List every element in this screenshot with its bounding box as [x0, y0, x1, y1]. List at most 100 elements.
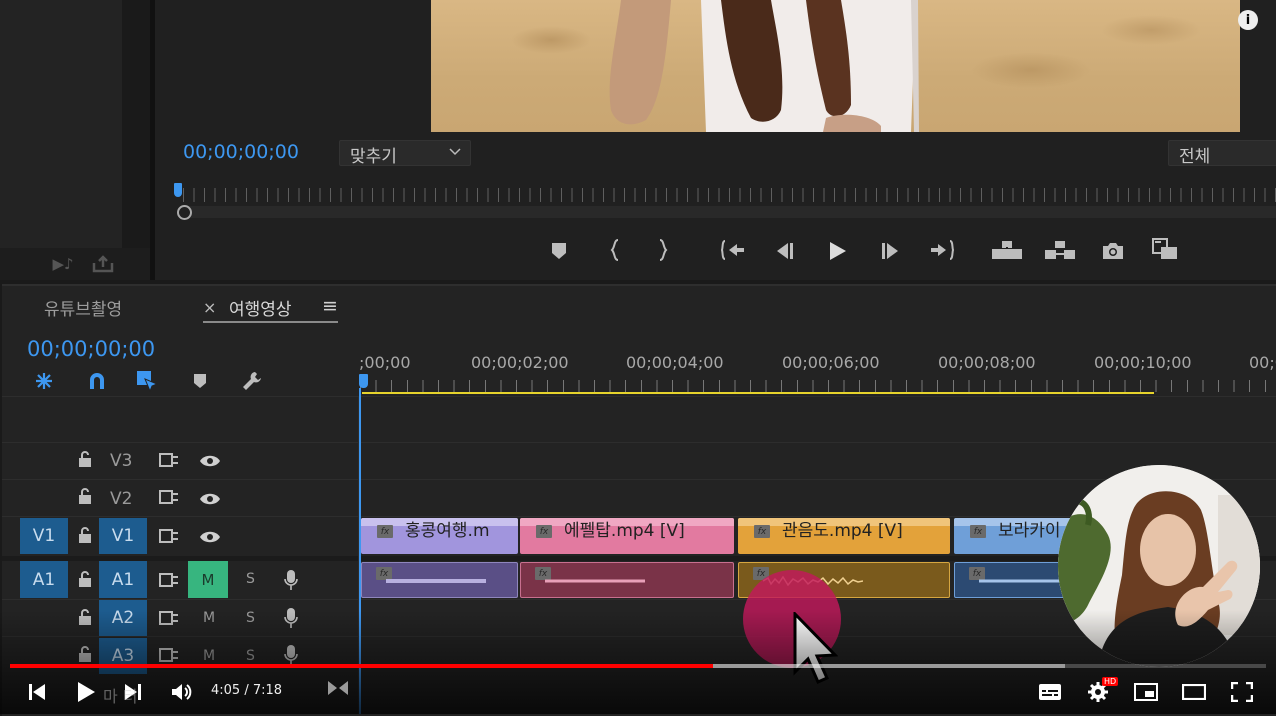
step-back-icon[interactable]	[772, 240, 796, 262]
track-header-v3: V3	[2, 442, 358, 480]
active-tab-underline	[203, 321, 338, 323]
snap-magnet-icon[interactable]	[85, 369, 109, 393]
sync-lock-icon[interactable]	[159, 489, 179, 509]
info-icon[interactable]: i	[1238, 10, 1258, 30]
eye-icon[interactable]	[199, 529, 221, 548]
source-patch-a1[interactable]: A1	[20, 561, 68, 598]
fx-badge: fx	[377, 525, 393, 538]
play-icon[interactable]	[72, 679, 100, 705]
time-ruler-labels[interactable]: ;00;00 00;00;02;00 00;00;04;00 00;00;06;…	[357, 353, 1276, 375]
add-marker-icon[interactable]	[548, 240, 570, 262]
theater-mode-icon[interactable]	[1181, 680, 1207, 704]
divider	[2, 396, 1276, 397]
track-target-a1[interactable]: A1	[99, 561, 147, 598]
lock-icon[interactable]	[78, 451, 92, 471]
monitor-zoom-bar[interactable]	[183, 206, 1276, 218]
chevron-down-icon	[448, 143, 462, 162]
played-bar	[10, 664, 713, 668]
previous-icon[interactable]	[24, 680, 50, 704]
video-clip[interactable]: fx 홍콩여행.m	[361, 518, 518, 554]
camera-icon[interactable]	[1100, 240, 1126, 262]
close-tab-icon[interactable]: ×	[203, 298, 216, 317]
add-marker-icon[interactable]	[190, 371, 210, 391]
mark-in-icon[interactable]	[604, 238, 626, 262]
ruler-label: 00;00;02;00	[471, 353, 569, 372]
track-header-v2: V2	[2, 479, 358, 517]
solo-button-a1[interactable]: S	[246, 571, 255, 587]
time-ruler-ticks[interactable]	[360, 380, 1276, 392]
project-panel-footer: ▶♪	[0, 248, 150, 280]
time-display: 4:05 / 7:18	[211, 683, 283, 698]
tab-travel-video[interactable]: 여행영상	[229, 295, 292, 320]
quality-dropdown-label: 전체	[1179, 147, 1211, 167]
clip-name: 관음도.mp4 [V]	[782, 521, 903, 541]
hd-badge: HD	[1102, 677, 1119, 686]
mark-out-icon[interactable]	[652, 238, 674, 262]
sync-lock-icon[interactable]	[159, 572, 179, 592]
panel-menu-icon[interactable]: ≡	[322, 295, 338, 317]
work-area-bar[interactable]	[362, 392, 1154, 394]
background-text: 마 터	[103, 687, 138, 706]
monitor-timecode[interactable]: 00;00;00;00	[183, 141, 299, 163]
ruler-label: 00;00;08;00	[938, 353, 1036, 372]
go-to-out-icon[interactable]	[929, 238, 955, 262]
lift-icon[interactable]	[990, 238, 1024, 262]
extract-icon[interactable]	[1043, 238, 1077, 262]
tab-youtube-shoot[interactable]: 유튜브촬영	[44, 295, 122, 320]
audio-waveform	[386, 579, 486, 583]
mute-button-a1[interactable]: M	[188, 561, 228, 598]
monitor-playhead[interactable]	[174, 183, 182, 197]
track-header-a1: A1 A1 M S	[2, 561, 358, 599]
subtitles-icon[interactable]	[1037, 680, 1063, 704]
eye-icon[interactable]	[199, 491, 221, 510]
play-icon[interactable]	[825, 239, 849, 263]
fit-dropdown-label: 맞추기	[350, 147, 397, 167]
progress-track[interactable]	[10, 664, 1266, 668]
video-clip[interactable]: fx 보라카이	[954, 518, 1074, 554]
source-patch-v1[interactable]: V1	[20, 518, 68, 554]
go-to-in-icon[interactable]	[720, 238, 746, 262]
nest-toggle-icon[interactable]	[32, 370, 56, 392]
fit-dropdown[interactable]: 맞추기	[339, 140, 471, 167]
sync-lock-icon[interactable]	[159, 528, 179, 548]
monitor-time-ruler[interactable]	[183, 188, 1276, 202]
ruler-label: 00;00;10;00	[1094, 353, 1192, 372]
fx-badge: fx	[536, 525, 552, 538]
export-frame-icon[interactable]	[90, 253, 116, 275]
track-header-v1: V1 V1	[2, 517, 358, 555]
audio-clip[interactable]: fx	[361, 562, 518, 598]
audio-clip[interactable]: fx	[954, 562, 1074, 598]
fx-badge: fx	[754, 525, 770, 538]
lock-icon[interactable]	[78, 488, 92, 508]
ruler-label: ;00;00	[359, 353, 411, 372]
quality-dropdown[interactable]: 전체	[1168, 140, 1276, 167]
timeline-timecode[interactable]: 00;00;00;00	[27, 337, 155, 361]
wrench-icon[interactable]	[239, 368, 265, 394]
eye-icon[interactable]	[199, 453, 221, 472]
miniplayer-icon[interactable]	[1133, 680, 1159, 704]
lock-icon[interactable]	[78, 571, 92, 591]
button-editor-icon[interactable]	[1150, 236, 1184, 264]
clip-name: 홍콩여행.m	[405, 521, 490, 541]
audio-waveform	[545, 579, 645, 583]
sync-lock-icon[interactable]	[159, 452, 179, 472]
video-clip[interactable]: fx 에펠탑.mp4 [V]	[520, 518, 734, 554]
ruler-label: 00;00;04;00	[626, 353, 724, 372]
microphone-icon[interactable]	[284, 569, 298, 595]
linked-selection-icon[interactable]	[134, 368, 160, 394]
fullscreen-icon[interactable]	[1229, 680, 1255, 704]
audio-clip[interactable]: fx	[520, 562, 734, 598]
timeline-zoom-icon[interactable]	[327, 679, 349, 701]
fx-badge: fx	[970, 525, 986, 538]
track-target-v1[interactable]: V1	[99, 518, 147, 554]
timeline-playhead-handle[interactable]	[359, 374, 368, 388]
zoom-handle[interactable]	[177, 205, 192, 220]
clip-name: 에펠탑.mp4 [V]	[564, 521, 685, 541]
volume-icon[interactable]	[168, 680, 194, 704]
video-clip[interactable]: fx 관음도.mp4 [V]	[738, 518, 950, 554]
step-forward-icon[interactable]	[879, 240, 903, 262]
track-label-v3: V3	[110, 451, 133, 471]
video-preview	[431, 0, 1240, 132]
insert-icon[interactable]: ▶♪	[50, 254, 76, 274]
lock-icon[interactable]	[78, 527, 92, 547]
